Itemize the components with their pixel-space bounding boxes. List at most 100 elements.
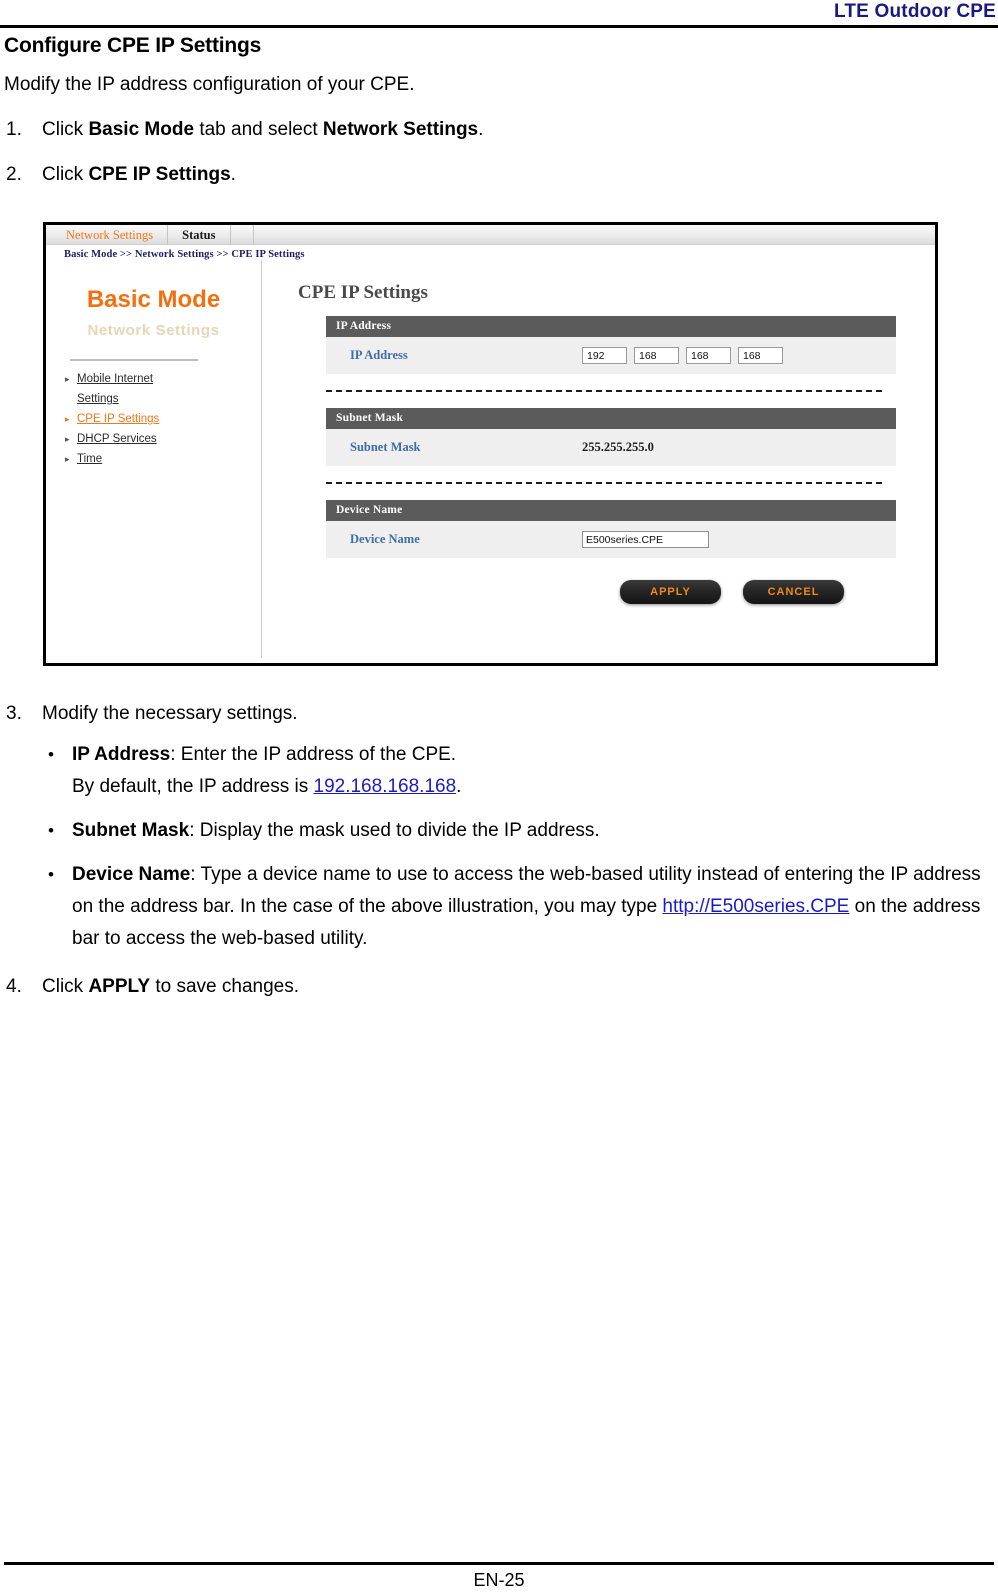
bullet-device-name: • Device Name: Type a device name to use … xyxy=(0,859,998,955)
page-title: Configure CPE IP Settings xyxy=(4,34,262,57)
device-name-url-link[interactable]: http://E500series.CPE xyxy=(662,896,849,917)
step-4-text-c: to save changes. xyxy=(150,976,299,997)
step-1-text-d: Network Settings xyxy=(322,119,479,140)
cpe-web-ui-figure: Network Settings Status Basic Mode >> Ne… xyxy=(43,222,938,666)
bullet-subnet-mask-term: Subnet Mask xyxy=(72,820,190,841)
sidebar-item-label: Time xyxy=(77,453,103,465)
breadcrumb: Basic Mode >> Network Settings >> CPE IP… xyxy=(64,249,305,260)
bullet-subnet-mask: • Subnet Mask: Display the mask used to d… xyxy=(0,815,998,847)
sidebar-item-label: CPE IP Settings xyxy=(77,413,160,425)
panel-ip-address-header: IP Address xyxy=(326,316,896,337)
bullet-ip-address-body-line2: By default, the IP address is xyxy=(72,776,314,797)
ui-main-title: CPE IP Settings xyxy=(298,282,428,303)
step-1: 1. Click Basic Mode tab and select Networ… xyxy=(0,117,998,143)
step-3-text: Modify the necessary settings. xyxy=(42,703,298,724)
panel-subnet-mask-row: Subnet Mask 255.255.255.0 xyxy=(326,429,896,466)
step-2-number: 2. xyxy=(6,164,22,185)
step-2-text-a: Click xyxy=(42,164,89,185)
panel-subnet-mask-header: Subnet Mask xyxy=(326,408,896,429)
sidebar-item-label: Mobile Internet xyxy=(77,373,154,385)
triangle-right-icon: ▸ xyxy=(65,374,70,384)
footer-page-number: EN-25 xyxy=(473,1570,525,1590)
step-1-text-e: . xyxy=(478,119,484,140)
form-button-row: APPLY CANCEL xyxy=(620,580,935,604)
step-1-text-b: Basic Mode xyxy=(88,119,195,140)
bullet-device-name-term: Device Name xyxy=(72,864,191,885)
bullet-dot-icon: • xyxy=(48,745,54,764)
bullet-ip-address: • IP Address: Enter the IP address of the… xyxy=(0,739,998,803)
panel-subnet-mask: Subnet Mask Subnet Mask 255.255.255.0 xyxy=(326,408,896,466)
sidebar-item-cpe-ip-settings[interactable]: ▸ CPE IP Settings xyxy=(64,409,261,429)
ui-sidebar: Basic Mode Network Settings ▸ Mobile Int… xyxy=(46,260,262,658)
triangle-right-icon: ▸ xyxy=(65,414,70,424)
step-1-text-c: tab and select xyxy=(194,119,323,140)
footer-divider xyxy=(4,1562,994,1565)
step-2-text-c: . xyxy=(230,164,236,185)
sidebar-item-dhcp-services[interactable]: ▸ DHCP Services xyxy=(64,429,261,449)
bullet-subnet-mask-body: Display the mask used to divide the IP a… xyxy=(199,820,600,841)
device-name-label: Device Name xyxy=(350,532,420,546)
apply-button[interactable]: APPLY xyxy=(620,580,721,604)
step-2-text-b: CPE IP Settings xyxy=(88,164,231,185)
bullet-ip-address-body: Enter the IP address of the CPE. xyxy=(180,744,457,765)
step-4: 4. Click APPLY to save changes. xyxy=(0,974,998,1000)
ui-body: Basic Mode Network Settings ▸ Mobile Int… xyxy=(46,260,935,658)
sidebar-brand-subtitle: Network Settings xyxy=(87,322,220,339)
steps-list-final: 4. Click APPLY to save changes. xyxy=(0,974,998,1000)
sidebar-divider xyxy=(70,359,198,361)
steps-list: 1. Click Basic Mode tab and select Networ… xyxy=(0,117,998,188)
bullet-ip-address-colon: : xyxy=(170,744,181,765)
ip-octet-3-input[interactable]: 168 xyxy=(686,347,731,364)
bullet-device-name-colon: : xyxy=(190,864,201,885)
step-3: 3. Modify the necessary settings. xyxy=(0,701,998,727)
post-figure-content: 3. Modify the necessary settings. • IP Add… xyxy=(0,682,998,1000)
step-4-text-b: APPLY xyxy=(88,976,151,997)
tab-bar-filler xyxy=(231,225,254,245)
default-ip-link[interactable]: 192.168.168.168 xyxy=(314,776,457,797)
cancel-button[interactable]: CANCEL xyxy=(743,580,844,604)
bullet-ip-address-period: . xyxy=(456,776,462,797)
ip-octet-4-input[interactable]: 168 xyxy=(738,347,783,364)
panel-separator-2 xyxy=(326,482,882,484)
bullet-ip-address-term: IP Address xyxy=(72,744,171,765)
steps-list-continued: 3. Modify the necessary settings. xyxy=(0,701,998,727)
header-divider xyxy=(0,25,998,28)
sidebar-item-label: DHCP Services xyxy=(77,433,157,445)
triangle-right-icon: ▸ xyxy=(65,454,70,464)
sidebar-brand-title: Basic Mode xyxy=(86,286,221,313)
tab-status[interactable]: Status xyxy=(168,225,231,245)
device-name-input[interactable]: E500series.CPE xyxy=(582,531,709,548)
sidebar-item-label-line2: Settings xyxy=(77,393,119,405)
ip-address-label: IP Address xyxy=(350,348,408,362)
panel-ip-address: IP Address IP Address 192 168 168 168 xyxy=(326,316,896,374)
document-content: Configure CPE IP Settings Modify the IP … xyxy=(0,32,998,188)
intro-paragraph: Modify the IP address configuration of y… xyxy=(4,74,415,95)
panel-device-name: Device Name Device Name E500series.CPE xyxy=(326,500,896,558)
subnet-mask-label: Subnet Mask xyxy=(350,440,421,454)
panel-ip-address-row: IP Address 192 168 168 168 xyxy=(326,337,896,374)
panel-device-name-header: Device Name xyxy=(326,500,896,521)
bullet-dot-icon: • xyxy=(48,821,54,840)
triangle-right-icon: ▸ xyxy=(65,434,70,444)
panel-separator-1 xyxy=(326,390,882,392)
ip-octet-1-input[interactable]: 192 xyxy=(582,347,627,364)
bullet-subnet-mask-colon: : xyxy=(189,820,200,841)
step-4-number: 4. xyxy=(6,976,22,997)
bullet-dot-icon: • xyxy=(48,865,54,884)
step-1-number: 1. xyxy=(6,119,22,140)
sidebar-item-mobile-internet-settings[interactable]: ▸ Mobile Internet Settings xyxy=(64,369,261,409)
step-4-text-a: Click xyxy=(42,976,89,997)
page-header: LTE Outdoor CPE xyxy=(0,0,998,26)
panel-device-name-row: Device Name E500series.CPE xyxy=(326,521,896,558)
settings-bullet-list: • IP Address: Enter the IP address of the… xyxy=(0,739,998,955)
step-1-text-a: Click xyxy=(42,119,89,140)
step-2: 2. Click CPE IP Settings. xyxy=(0,162,998,188)
ui-main-panel: CPE IP Settings IP Address IP Address 19… xyxy=(262,260,935,658)
ui-tab-bar: Network Settings Status xyxy=(46,225,935,245)
sidebar-menu: ▸ Mobile Internet Settings ▸ CPE IP Sett… xyxy=(46,369,261,469)
sidebar-item-time[interactable]: ▸ Time xyxy=(64,449,261,469)
ip-octet-2-input[interactable]: 168 xyxy=(634,347,679,364)
step-3-number: 3. xyxy=(6,703,22,724)
tab-network-settings[interactable]: Network Settings xyxy=(62,225,169,245)
ip-address-input-group: 192 168 168 168 xyxy=(582,347,783,364)
